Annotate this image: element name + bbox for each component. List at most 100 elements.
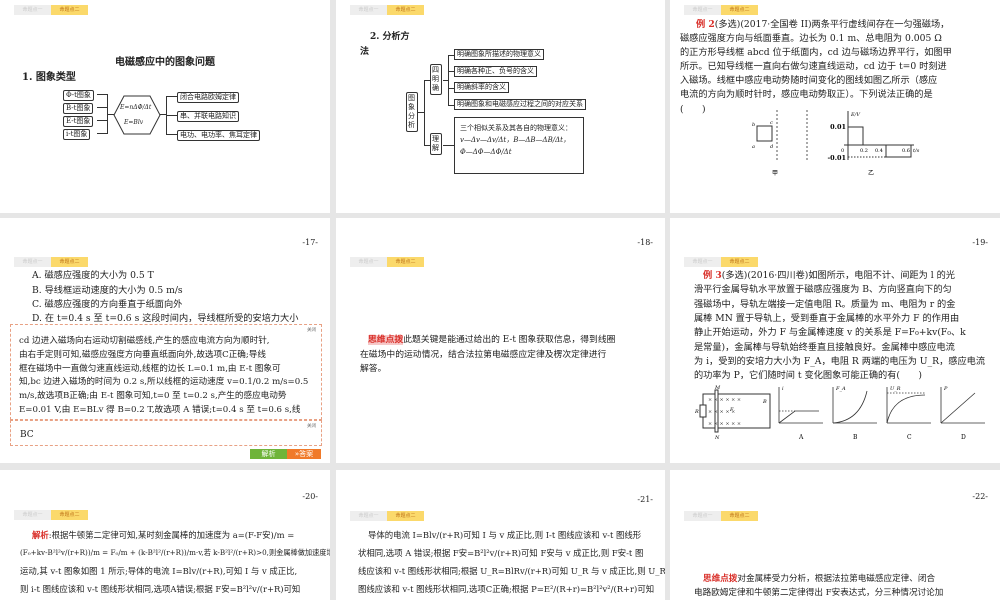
text-line: 对金属棒受力分析，根据法拉第电磁感应定律、闭合 [737, 574, 936, 584]
corner-c: c [770, 120, 773, 126]
figure-e-t-chart: E/V 0.01 -0.01 0 0.2 0.4 0.6 t/s 乙 [827, 111, 920, 177]
x-tick: 0.4 [875, 148, 883, 154]
answer-label: 答案 [299, 450, 314, 458]
text-line: 导体的电流 I=Blv/(r+R)可知 I 与 v 成正比,则 I-t 图线应该… [368, 530, 642, 540]
understand-text: Φ—ΔΦ—ΔΦ/Δt [460, 148, 512, 156]
understand-box: 三个相似关系及其各自的物理意义： v—Δv—Δv/Δt，B—ΔB—ΔB/Δt， … [454, 117, 584, 174]
answer-button[interactable]: »答案 [287, 449, 321, 459]
knowledge-box: 闭合电路欧姆定律 [177, 92, 239, 103]
tab-topic-2[interactable]: 命题点二 [721, 257, 758, 267]
tab-topic-2[interactable]: 命题点二 [387, 5, 424, 15]
text-line: 此题关键是能通过给出的 E-t 图象获取信息，得到线圈 [403, 335, 616, 345]
formula-hexagon [113, 95, 161, 135]
graph-y-label: P [943, 386, 948, 392]
item-box: 明确斜率的含义 [454, 82, 509, 93]
tab-topic-1[interactable]: 命题点一 [14, 510, 51, 520]
close-button[interactable]: 关闭 [307, 327, 316, 333]
thinking-tip-label: 思维点拨 [368, 335, 404, 345]
text-line: 所示。已知导线框一直向右做匀速直线运动，cd 边于 t=0 时刻进 [680, 61, 947, 72]
figure-wire-frame: b c a d 甲 [752, 110, 808, 177]
analysis-line: E=0.01 V,由 E=BLv 得 B=0.2 T,故选项 A 错误;t=0.… [19, 404, 301, 415]
tab-topic-2[interactable]: 命题点二 [387, 257, 424, 267]
slide-thumbnail-1[interactable]: 命题点一 命题点二 电磁感应中的图象问题 1. 图象类型 Φ-t图象 B-t图象 … [0, 0, 330, 213]
text-line: (F₀+kv-B²l²v/(r+R))/m = F₀/m + (k-B²l²/(… [20, 548, 330, 557]
graph-option-label: B [853, 434, 858, 441]
root-box: 图象分析 [406, 92, 418, 132]
slide-thumbnail-3[interactable]: 命题点一 命题点二 例 2(多选)(2017·全国卷 II)两条平行虚线间存在一匀… [670, 0, 1000, 213]
figure-label: 乙 [868, 170, 874, 177]
text-line: 图线应该和 v-t 图线形状相同,选项C正确;根据 P=E²/(R+r)=B²l… [358, 584, 655, 594]
tab-topic-2[interactable]: 命题点二 [721, 5, 758, 15]
hexagon-formula: E=nΔΦ/Δt [120, 104, 152, 111]
text-line: 静止开始运动，外力 F 与金属棒速度 v 的关系是 F=F₀+kv(F₀、k [694, 327, 966, 338]
slide-thumbnail-6[interactable]: -19- 命题点一 命题点二 例 3(多选)(2016·四川卷)如图所示，电阻不计… [670, 218, 1000, 463]
example-label: 例 2 [696, 19, 715, 30]
corner-a: a [752, 144, 755, 150]
tab-topic-2[interactable]: 命题点二 [51, 510, 88, 520]
svg-text:× × × × × ×: × × × × × × [708, 397, 741, 403]
tab-topic-2[interactable]: 命题点二 [387, 511, 424, 521]
text-line: ( ) [680, 104, 706, 115]
slide-thumbnail-2[interactable]: 命题点一 命题点二 2. 分析方 法 图象分析 四明确 理解 明确图象所描述的物理… [336, 0, 665, 213]
knowledge-box: 电功、电功率、焦耳定律 [177, 130, 260, 141]
section-heading-cont: 法 [360, 47, 370, 57]
text-line: :根据牛顿第二定律可知,某时刻金属棒的加速度为 a=(F-F安)/m = [48, 530, 295, 540]
label-m: M [714, 385, 721, 391]
hexagon-formula: E=Blv [124, 119, 144, 126]
tab-topic-1[interactable]: 命题点一 [350, 511, 387, 521]
graph-y-label: U_R [890, 386, 901, 392]
page-number: -21- [637, 495, 653, 504]
x-axis-label: t/s [913, 148, 920, 154]
label-b: B [762, 399, 767, 405]
tab-topic-2[interactable]: 命题点二 [51, 257, 88, 267]
branch-box: 四明确 [430, 64, 442, 95]
analysis-button[interactable]: 解析 [250, 449, 287, 459]
corner-d: d [770, 144, 773, 150]
text-line: 的正方形导线框 abcd 位于纸面内，cd 边与磁场边界平行，如图甲 [680, 47, 952, 58]
figure-label: 甲 [772, 170, 778, 177]
tab-topic-1[interactable]: 命题点一 [684, 257, 721, 267]
analysis-popup: 关闭 cd 边进入磁场向右运动切割磁感线,产生的感应电流方向为顺时针, 由右手定… [10, 324, 322, 420]
text-line: 的功率为 P，它们随时间 t 变化图象可能正确的有( ) [694, 370, 922, 381]
page-number: -17- [302, 238, 318, 247]
tab-topic-1[interactable]: 命题点一 [350, 5, 387, 15]
tab-topic-2[interactable]: 命题点二 [721, 511, 758, 521]
label-r: R [695, 409, 699, 415]
option-a: A. 磁感应强度的大小为 0.5 T [32, 270, 154, 281]
thinking-tip-label: 思维点拨 [703, 574, 738, 584]
tab-topic-1[interactable]: 命题点一 [14, 257, 51, 267]
svg-text:× × × × × ×: × × × × × × [708, 421, 741, 427]
analysis-line: m/s,故选项B正确;由 E-t 图象可知,t=0 至 t=0.2 s,产生的感… [19, 391, 287, 402]
tab-topic-1[interactable]: 命题点一 [14, 5, 51, 15]
section-heading: 2. 分析方 [370, 32, 410, 42]
tab-topic-1[interactable]: 命题点一 [684, 511, 721, 521]
slide-thumbnail-9[interactable]: -22- 命题点一 命题点二 思维点拨对金属棒受力分析，根据法拉第电磁感应定律、闭… [670, 470, 1000, 600]
text-line: 则 i-t 图线应该和 v-t 图线形状相同,选项A错误;根据 F安=B²l²v… [20, 584, 301, 594]
tab-topic-1[interactable]: 命题点一 [350, 257, 387, 267]
graph-y-label: F_A [835, 386, 846, 392]
x-tick: 0 [841, 148, 844, 154]
text-line: 入磁场。线框中感应电动势随时间变化的图线如图乙所示（感应 [680, 75, 938, 86]
slide-thumbnail-4[interactable]: -17- 命题点一 命题点二 A. 磁感应强度的大小为 0.5 T B. 导线框运… [0, 218, 330, 463]
understand-text: 三个相似关系及其各自的物理意义： [460, 124, 572, 132]
text-line: 解答。 [360, 364, 387, 374]
tab-topic-2[interactable]: 命题点二 [51, 5, 88, 15]
y-tick: -0.01 [827, 154, 846, 162]
tab-topic-1[interactable]: 命题点一 [684, 5, 721, 15]
close-button[interactable]: 关闭 [307, 423, 316, 429]
text-line: 为 i，受到的安培力大小为 F_A，电阻 R 两端的电压为 U_R，感应电流 [694, 356, 986, 367]
item-box: 明确各种正、负号的含义 [454, 66, 537, 77]
slide-thumbnail-8[interactable]: -21- 命题点一 命题点二 导体的电流 I=Blv/(r+R)可知 I 与 v … [336, 470, 665, 600]
text-line: 线应该和 v-t 图线形状相同;根据 U_R=BlRv/(r+R)可知 U_R … [358, 566, 665, 576]
option-graphs: i F_A U_R P A B C D [778, 386, 985, 441]
circuit-figure: × × × × × ×× × × × ×× × × × × × M N R B … [695, 385, 771, 441]
option-c: C. 磁感应强度的方向垂直于纸面向外 [32, 299, 183, 310]
analysis-line: 由右手定则可知,磁感应强度方向垂直纸面向外,故选项C正确;导线 [19, 349, 266, 360]
text-line: 状相同,选项 A 错误;根据 F安=B²l²v/(r+R)可知 F安与 v 成正… [358, 548, 644, 558]
y-tick: 0.01 [830, 123, 846, 131]
text-line: 滑平行金属导轨水平放置于磁感应强度为 B、方向竖直向下的匀 [694, 284, 952, 295]
graph-option-label: C [907, 434, 912, 441]
slide-thumbnail-5[interactable]: -18- 命题点一 命题点二 思维点拨此题关键是能通过给出的 E-t 图象获取信息… [336, 218, 665, 463]
text-line: 运动,其 v-t 图象如图 1 所示;导体的电流 I=Blv/(r+R),可知 … [20, 566, 298, 576]
slide-thumbnail-7[interactable]: -20- 命题点一 命题点二 解析:根据牛顿第二定律可知,某时刻金属棒的加速度为 … [0, 470, 330, 600]
